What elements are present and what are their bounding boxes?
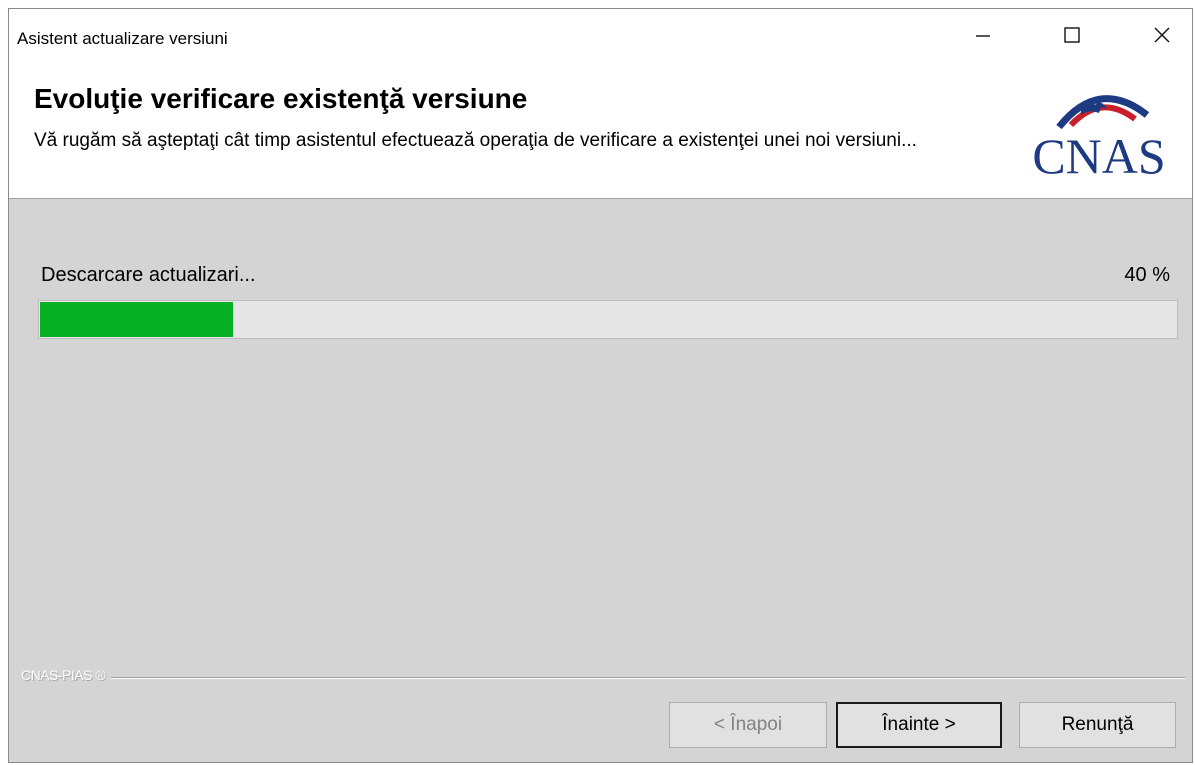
wizard-window: Asistent actualizare versiuni Evoluţie v… <box>8 8 1193 763</box>
minimize-icon <box>976 35 990 37</box>
back-button[interactable]: < Înapoi <box>669 702 827 748</box>
next-button[interactable]: Înainte > <box>836 702 1002 748</box>
progress-fill <box>40 302 233 337</box>
progress-percent: 40 % <box>1124 264 1170 286</box>
progress-label: Descarcare actualizari... <box>41 264 256 286</box>
minimize-button[interactable] <box>960 15 1006 55</box>
logo-text: CNAS <box>1032 128 1165 184</box>
maximize-button[interactable] <box>1049 15 1095 55</box>
brand-label: CNAS-PIAS ® <box>21 667 112 683</box>
page-subtitle: Vă rugăm să aşteptaţi cât timp asistentu… <box>34 130 917 151</box>
progress-bar <box>38 300 1178 339</box>
title-bar: Asistent actualizare versiuni <box>9 9 1192 55</box>
window-title: Asistent actualizare versiuni <box>17 29 228 48</box>
page-title: Evoluţie verificare existenţă versiune <box>34 83 528 114</box>
close-button[interactable] <box>1139 15 1185 55</box>
close-icon <box>1154 27 1170 43</box>
footer-separator: CNAS-PIAS ® <box>21 667 1185 684</box>
wizard-content: Descarcare actualizari... 40 % CNAS-PIAS… <box>9 199 1192 762</box>
cancel-button[interactable]: Renunţă <box>1019 702 1176 748</box>
wizard-header: Evoluţie verificare existenţă versiune V… <box>9 55 1192 199</box>
maximize-icon <box>1064 27 1080 43</box>
cnas-logo: CNAS <box>1032 95 1166 184</box>
footer-rule <box>21 677 1185 679</box>
